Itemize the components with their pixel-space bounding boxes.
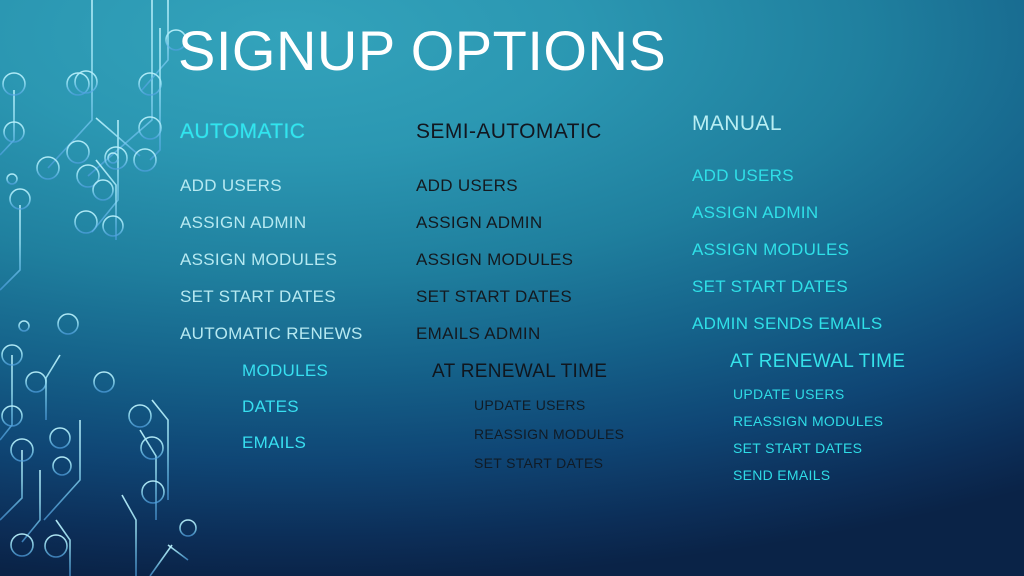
sub-list-item: REASSIGN MODULES (474, 426, 625, 442)
column-automatic: AUTOMATIC ADD USERS ASSIGN ADMIN ASSIGN … (180, 120, 363, 469)
sub-list-manual: UPDATE USERS REASSIGN MODULES SET START … (733, 386, 905, 483)
sub-heading-renewal: AT RENEWAL TIME (432, 361, 608, 382)
slide-title: SIGNUP OPTIONS (178, 19, 667, 82)
list-item: ASSIGN ADMIN (180, 213, 307, 232)
slide-canvas: SIGNUP OPTIONS AUTOMATIC ADD USERS ASSIG… (0, 0, 1024, 576)
list-item: AUTOMATIC RENEWS (180, 324, 363, 343)
list-item: SET START DATES (416, 287, 572, 306)
sub-list-semi-automatic: UPDATE USERS REASSIGN MODULES SET START … (474, 397, 624, 471)
sub-list-item: SET START DATES (474, 455, 604, 471)
column-heading-automatic: AUTOMATIC (180, 120, 306, 143)
item-list-automatic: ADD USERS ASSIGN ADMIN ASSIGN MODULES SE… (180, 176, 363, 344)
list-item: SET START DATES (692, 277, 848, 296)
sub-section-semi-automatic: AT RENEWAL TIME UPDATE USERS REASSIGN MO… (416, 361, 624, 471)
item-list-semi-automatic: ADD USERS ASSIGN ADMIN ASSIGN MODULES SE… (416, 176, 624, 344)
sub-list-item: UPDATE USERS (733, 386, 845, 402)
sub-section-manual: AT RENEWAL TIME UPDATE USERS REASSIGN MO… (692, 351, 905, 483)
list-item: ASSIGN ADMIN (416, 213, 543, 232)
list-item: ADD USERS (692, 166, 794, 185)
list-item: ADD USERS (180, 176, 282, 195)
column-manual: MANUAL ADD USERS ASSIGN ADMIN ASSIGN MOD… (692, 112, 905, 494)
sub-list-item: MODULES (242, 361, 329, 380)
sub-list-item: SEND EMAILS (733, 467, 831, 483)
sub-list-item: EMAILS (242, 433, 307, 452)
list-item: ASSIGN MODULES (416, 250, 574, 269)
list-item: ASSIGN MODULES (692, 240, 850, 259)
sub-heading-renewal: AT RENEWAL TIME (730, 351, 906, 372)
list-item: ASSIGN MODULES (180, 250, 338, 269)
column-heading-manual: MANUAL (692, 112, 782, 135)
list-item: EMAILS ADMIN (416, 324, 541, 343)
sub-list-item: UPDATE USERS (474, 397, 586, 413)
sub-list-automatic: MODULES DATES EMAILS (242, 361, 363, 453)
list-item: SET START DATES (180, 287, 336, 306)
sub-list-item: DATES (242, 397, 299, 416)
sub-list-item: REASSIGN MODULES (733, 413, 884, 429)
sub-list-item: SET START DATES (733, 440, 863, 456)
list-item: ADD USERS (416, 176, 518, 195)
column-semi-automatic: SEMI-AUTOMATIC ADD USERS ASSIGN ADMIN AS… (416, 120, 624, 484)
list-item: ASSIGN ADMIN (692, 203, 819, 222)
circuit-board-decoration (0, 0, 197, 576)
list-item: ADMIN SENDS EMAILS (692, 314, 883, 333)
column-heading-semi-automatic: SEMI-AUTOMATIC (416, 120, 602, 143)
item-list-manual: ADD USERS ASSIGN ADMIN ASSIGN MODULES SE… (692, 166, 905, 334)
